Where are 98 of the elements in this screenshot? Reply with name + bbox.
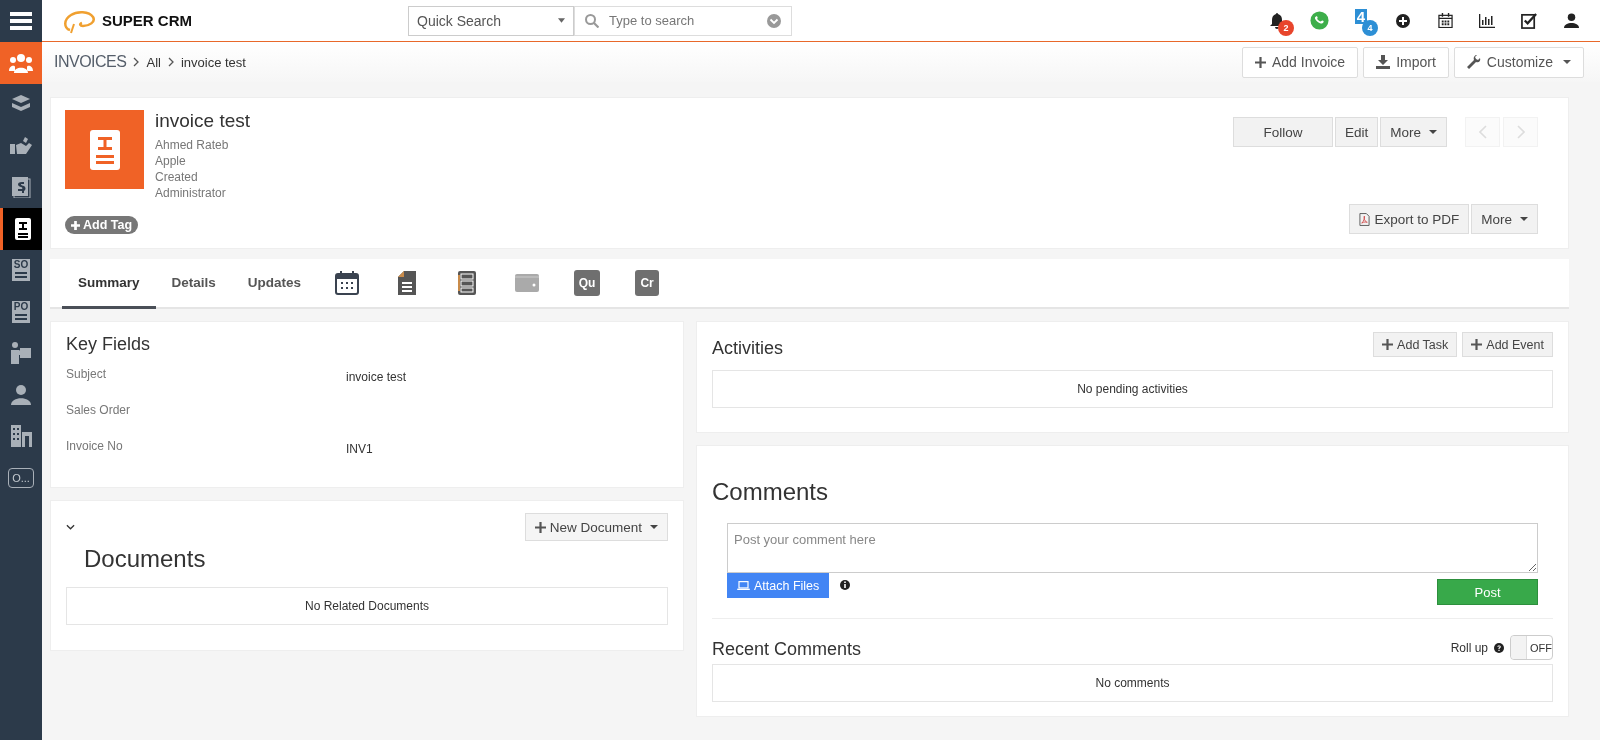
- tab[interactable]: Cr: [617, 259, 678, 309]
- logo-text: SUPER CRM: [102, 12, 192, 29]
- tab[interactable]: Details: [155, 259, 232, 309]
- comment-field[interactable]: Post your comment here: [727, 523, 1538, 573]
- record-detail: Ahmed Rateb: [155, 137, 230, 153]
- sidebar-item[interactable]: O...: [0, 457, 42, 499]
- sidebar-item[interactable]: SO: [0, 249, 42, 291]
- icon-label: PO: [13, 300, 29, 312]
- tab[interactable]: Qu: [557, 259, 618, 309]
- toolbar-button[interactable]: 2: [1256, 0, 1298, 41]
- invoice-icon: [14, 217, 31, 240]
- chevron-icon: [167, 57, 174, 67]
- caret-icon: [1520, 217, 1528, 221]
- plus-icon: [1382, 339, 1394, 350]
- card-title: Documents: [84, 545, 207, 573]
- plus-icon: [1255, 56, 1266, 68]
- bar-chart-icon: [1479, 13, 1495, 28]
- toolbar-action-button[interactable]: Customize: [1453, 46, 1584, 78]
- empty-message: No Related Documents: [66, 587, 668, 625]
- caret-icon: [650, 525, 658, 529]
- section-title: Recent Comments: [712, 639, 862, 660]
- record-detail: Apple: [155, 153, 187, 169]
- icon-label: SO: [13, 259, 29, 271]
- help-icon: [1494, 642, 1504, 653]
- toolbar-action-button[interactable]: Import: [1363, 46, 1449, 78]
- record-action-button[interactable]: Edit: [1334, 117, 1379, 147]
- caret-icon: [558, 18, 565, 23]
- caret-icon: [1563, 60, 1571, 64]
- download-icon: [1376, 55, 1391, 69]
- calendar-icon: [1437, 13, 1453, 28]
- plus-icon: [1471, 339, 1483, 350]
- record-detail: Administrator: [155, 185, 227, 201]
- filing-cabinet-icon: [458, 270, 477, 295]
- record-title: invoice test: [155, 110, 251, 132]
- card-title: Activities: [712, 338, 783, 359]
- chevron-icon: [133, 57, 140, 67]
- field-label: Invoice No: [66, 439, 124, 453]
- field-label: Sales Order: [66, 403, 132, 417]
- tab-badge: Cr: [635, 269, 659, 296]
- module-link[interactable]: INVOICES: [54, 53, 127, 71]
- search-icon: [585, 13, 599, 28]
- sidebar-item[interactable]: [0, 208, 42, 250]
- field-value: invoice test: [346, 370, 407, 384]
- new-document-button[interactable]: New Document: [524, 513, 668, 541]
- empty-message: No pending activities: [712, 370, 1553, 408]
- plus-icon: [71, 220, 80, 230]
- user-icon: [1563, 13, 1579, 28]
- people-icon: [9, 52, 33, 73]
- empty-message: No comments: [712, 664, 1553, 702]
- rollup-label: Roll up: [1450, 640, 1488, 655]
- tab-badge: Qu: [573, 269, 601, 296]
- sidebar-item[interactable]: PO: [0, 291, 42, 333]
- add-tag-button[interactable]: Add Tag: [65, 216, 139, 234]
- caret-icon: [1429, 130, 1437, 134]
- menu-icon: [10, 12, 32, 30]
- add-circle-icon: [1396, 13, 1410, 28]
- chevron-icon: [66, 524, 75, 530]
- chevron-circle-icon: [767, 13, 781, 28]
- add-button[interactable]: Add Event: [1462, 332, 1553, 357]
- number-tile: 4: [1354, 9, 1368, 24]
- dollar-document-icon: [11, 176, 31, 199]
- quick-search-dropdown[interactable]: Quick Search: [408, 5, 574, 36]
- toolbar-button[interactable]: 4 4: [1340, 0, 1382, 41]
- search-field[interactable]: Type to search: [574, 5, 792, 36]
- wrench-icon: [1466, 55, 1481, 69]
- card-title: Key Fields: [66, 334, 152, 355]
- record-action-button[interactable]: More: [1380, 117, 1447, 147]
- count-badge: 2: [1278, 19, 1294, 36]
- record-action-button[interactable]: Follow: [1232, 117, 1333, 147]
- add-button[interactable]: Add Task: [1373, 332, 1458, 357]
- laptop-icon: [737, 581, 750, 590]
- card-title: Comments: [712, 478, 830, 506]
- tab[interactable]: Updates: [231, 259, 318, 309]
- tab[interactable]: Summary: [62, 259, 156, 309]
- plus-icon: [534, 521, 546, 533]
- chevron-right-icon: [1516, 125, 1525, 139]
- field-value: INV1: [346, 442, 373, 456]
- breadcrumb-link[interactable]: invoice test: [180, 54, 246, 70]
- record-action-button[interactable]: More: [1471, 204, 1538, 234]
- calendar-icon: [335, 270, 360, 295]
- document-icon: [398, 270, 417, 295]
- attach-files-button[interactable]: Attach Files: [727, 573, 830, 598]
- field-label: Subject: [66, 367, 108, 381]
- chat-bubble-icon: [1309, 11, 1329, 30]
- info-icon: [840, 580, 851, 590]
- checkbox-icon: [1520, 12, 1538, 29]
- breadcrumb-link[interactable]: All: [146, 54, 161, 70]
- invoice-icon: [65, 110, 144, 189]
- record-detail: Created: [155, 169, 199, 185]
- rollup-toggle[interactable]: OFF: [1510, 635, 1553, 660]
- building-icon: [10, 425, 32, 448]
- record-action-button[interactable]: Export to PDF: [1349, 204, 1470, 234]
- module-shortcut[interactable]: O...: [8, 467, 34, 488]
- wallet-icon: [515, 273, 540, 292]
- person-icon: [11, 384, 31, 405]
- toolbar-action-button[interactable]: Add Invoice: [1242, 46, 1359, 78]
- pdf-file-icon: [1359, 212, 1371, 226]
- chevron-left-icon: [1478, 125, 1487, 139]
